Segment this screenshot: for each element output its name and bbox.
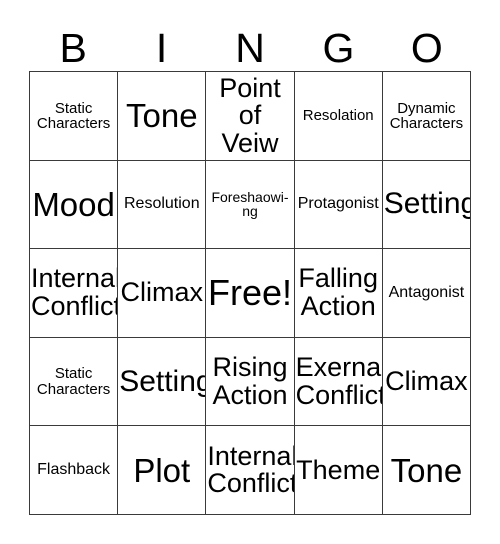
bingo-cell[interactable]: Falling Action bbox=[294, 249, 383, 338]
bingo-cell[interactable]: Flashback bbox=[30, 426, 119, 515]
bingo-cell[interactable]: Mood bbox=[30, 160, 119, 250]
bingo-cell[interactable]: Climax bbox=[118, 249, 207, 338]
bingo-cell[interactable]: Static Characters bbox=[30, 337, 119, 427]
header-letter-o: O bbox=[410, 25, 443, 71]
bingo-cell[interactable]: Protagonist bbox=[294, 160, 383, 250]
bingo-cell-label: Tone bbox=[390, 451, 463, 489]
bingo-cell-label: Setting bbox=[119, 364, 207, 398]
bingo-cell[interactable]: Point of Veiw bbox=[206, 72, 295, 161]
bingo-cell-label: Exernal Conflict bbox=[295, 352, 383, 410]
bingo-cell[interactable]: Internal Conflict bbox=[206, 426, 295, 515]
bingo-grid: Static Characters Tone Point of Veiw Resola… bbox=[29, 71, 471, 515]
header-letter-b: B bbox=[59, 25, 87, 71]
bingo-cell-label: Static Characters bbox=[36, 365, 111, 398]
bingo-card: B I N G O Static Characters Tone Point of … bbox=[0, 0, 500, 544]
header-letter-n: N bbox=[235, 25, 265, 71]
bingo-cell-label: Foreshaowi- ng bbox=[211, 189, 289, 220]
bingo-cell[interactable]: Free! bbox=[206, 249, 295, 338]
bingo-cell-label: Falling Action bbox=[298, 263, 378, 321]
bingo-cell[interactable]: Resolution bbox=[118, 160, 207, 250]
bingo-cell-label: Free! bbox=[207, 271, 292, 313]
bingo-cell-label: Protagonist bbox=[297, 195, 379, 213]
bingo-cell[interactable]: Rising Action bbox=[206, 337, 295, 427]
bingo-cell-label: Point of Veiw bbox=[219, 72, 281, 158]
bingo-cell-label: Climax bbox=[385, 366, 468, 397]
bingo-cell-label: Theme bbox=[296, 454, 381, 485]
bingo-cell-label: Setting bbox=[383, 187, 471, 221]
bingo-cell[interactable]: Exernal Conflict bbox=[294, 337, 383, 427]
bingo-cell[interactable]: Tone bbox=[382, 426, 471, 515]
bingo-cell-label: Flashback bbox=[37, 461, 111, 479]
bingo-cell[interactable]: Theme bbox=[294, 426, 383, 515]
bingo-cell[interactable]: Plot bbox=[118, 426, 207, 515]
bingo-cell-label: Static Characters bbox=[36, 99, 111, 132]
bingo-cell-label: Resolation bbox=[302, 107, 374, 125]
bingo-cell-label: Climax bbox=[120, 277, 204, 308]
bingo-cell[interactable]: Resolation bbox=[294, 72, 383, 161]
bingo-cell[interactable]: Climax bbox=[382, 337, 471, 427]
bingo-cell-label: Mood bbox=[32, 185, 115, 223]
bingo-cell-label: Internal Conflict bbox=[31, 263, 119, 321]
bingo-cell-label: Plot bbox=[133, 451, 191, 489]
bingo-cell-label: Dynamic Characters bbox=[389, 99, 464, 132]
bingo-cell[interactable]: Internal Conflict bbox=[30, 249, 119, 338]
bingo-cell-label: Tone bbox=[126, 97, 198, 135]
bingo-cell-label: Antagonist bbox=[388, 283, 465, 301]
bingo-cell[interactable]: Setting bbox=[382, 160, 471, 250]
bingo-cell[interactable]: Static Characters bbox=[30, 72, 119, 161]
bingo-cell-label: Resolution bbox=[123, 195, 200, 213]
bingo-header: B I N G O bbox=[29, 14, 471, 71]
bingo-cell[interactable]: Tone bbox=[118, 72, 207, 161]
header-letter-g: G bbox=[322, 25, 355, 71]
header-letter-i: I bbox=[155, 25, 168, 71]
bingo-cell[interactable]: Dynamic Characters bbox=[382, 72, 471, 161]
bingo-cell-label: Rising Action bbox=[212, 352, 288, 410]
bingo-cell-label: Internal Conflict bbox=[207, 440, 295, 499]
bingo-cell[interactable]: Setting bbox=[118, 337, 207, 427]
bingo-cell[interactable]: Antagonist bbox=[382, 249, 471, 338]
bingo-cell[interactable]: Foreshaowi- ng bbox=[206, 160, 295, 250]
